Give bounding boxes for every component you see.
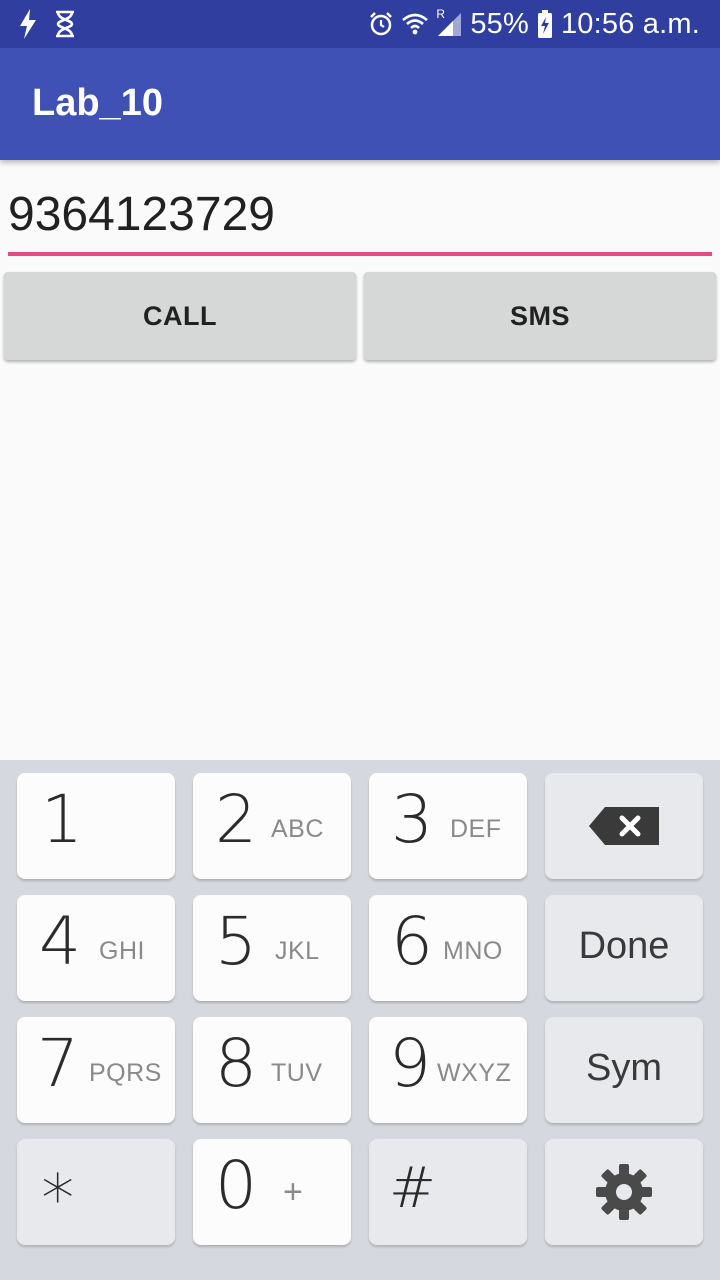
alarm-icon (368, 11, 394, 37)
key-1-digit: 1 (41, 781, 83, 858)
key-5[interactable]: 5 JKL (193, 895, 351, 1001)
call-button[interactable]: CALL (4, 272, 356, 360)
key-0-plus: + (283, 1173, 304, 1211)
key-9-digit: 9 (389, 1025, 431, 1102)
flash-icon (18, 9, 38, 39)
key-7-letters: PQRS (89, 1059, 162, 1087)
sms-button[interactable]: SMS (364, 272, 716, 360)
key-8-digit: 8 (215, 1025, 257, 1102)
key-3[interactable]: 3 DEF (369, 773, 527, 879)
star-symbol: ∗ (37, 1147, 79, 1224)
hourglass-icon (54, 10, 76, 38)
wifi-icon (402, 12, 429, 36)
star-key[interactable]: ∗ (17, 1139, 175, 1245)
key-8-letters: TUV (271, 1059, 323, 1087)
key-4-digit: 4 (39, 903, 81, 980)
key-6[interactable]: 6 MNO (369, 895, 527, 1001)
sym-label: Sym (586, 1047, 662, 1089)
key-1[interactable]: 1 (17, 773, 175, 879)
key-0-digit: 0 (215, 1147, 257, 1224)
key-9-letters: WXYZ (437, 1059, 512, 1087)
battery-charging-icon (537, 10, 553, 38)
backspace-key[interactable] (545, 773, 703, 879)
key-3-letters: DEF (450, 815, 502, 843)
key-5-digit: 5 (215, 903, 257, 980)
settings-key[interactable] (545, 1139, 703, 1245)
done-key[interactable]: Done (545, 895, 703, 1001)
key-0[interactable]: 0 + (193, 1139, 351, 1245)
key-7-digit: 7 (37, 1025, 79, 1102)
numeric-keyboard: 1 2 ABC 3 DEF 4 GHI 5 JKL 6 MNO Done 7 P… (0, 760, 720, 1280)
key-6-letters: MNO (443, 937, 503, 965)
key-4[interactable]: 4 GHI (17, 895, 175, 1001)
key-2-letters: ABC (271, 815, 324, 843)
key-7[interactable]: 7 PQRS (17, 1017, 175, 1123)
status-bar: R 55% 10:56 a.m. (0, 0, 720, 48)
key-5-letters: JKL (275, 937, 320, 965)
clock: 10:56 a.m. (560, 7, 700, 40)
signal-icon: R (436, 7, 462, 37)
hash-symbol: # (389, 1156, 436, 1221)
backspace-icon (545, 773, 703, 879)
hash-key[interactable]: # (369, 1139, 527, 1245)
gear-icon (545, 1139, 703, 1245)
done-label: Done (578, 925, 670, 967)
key-8[interactable]: 8 TUV (193, 1017, 351, 1123)
key-2[interactable]: 2 ABC (193, 773, 351, 879)
phone-number-input[interactable] (8, 176, 712, 256)
sym-key[interactable]: Sym (545, 1017, 703, 1123)
key-4-letters: GHI (99, 937, 145, 965)
app-bar: Lab_10 (0, 48, 720, 160)
key-9[interactable]: 9 WXYZ (369, 1017, 527, 1123)
roaming-indicator: R (436, 7, 445, 21)
key-2-digit: 2 (215, 781, 257, 858)
battery-percent: 55% (470, 7, 529, 40)
key-6-digit: 6 (391, 903, 433, 980)
key-3-digit: 3 (391, 781, 433, 858)
app-title: Lab_10 (32, 82, 163, 124)
